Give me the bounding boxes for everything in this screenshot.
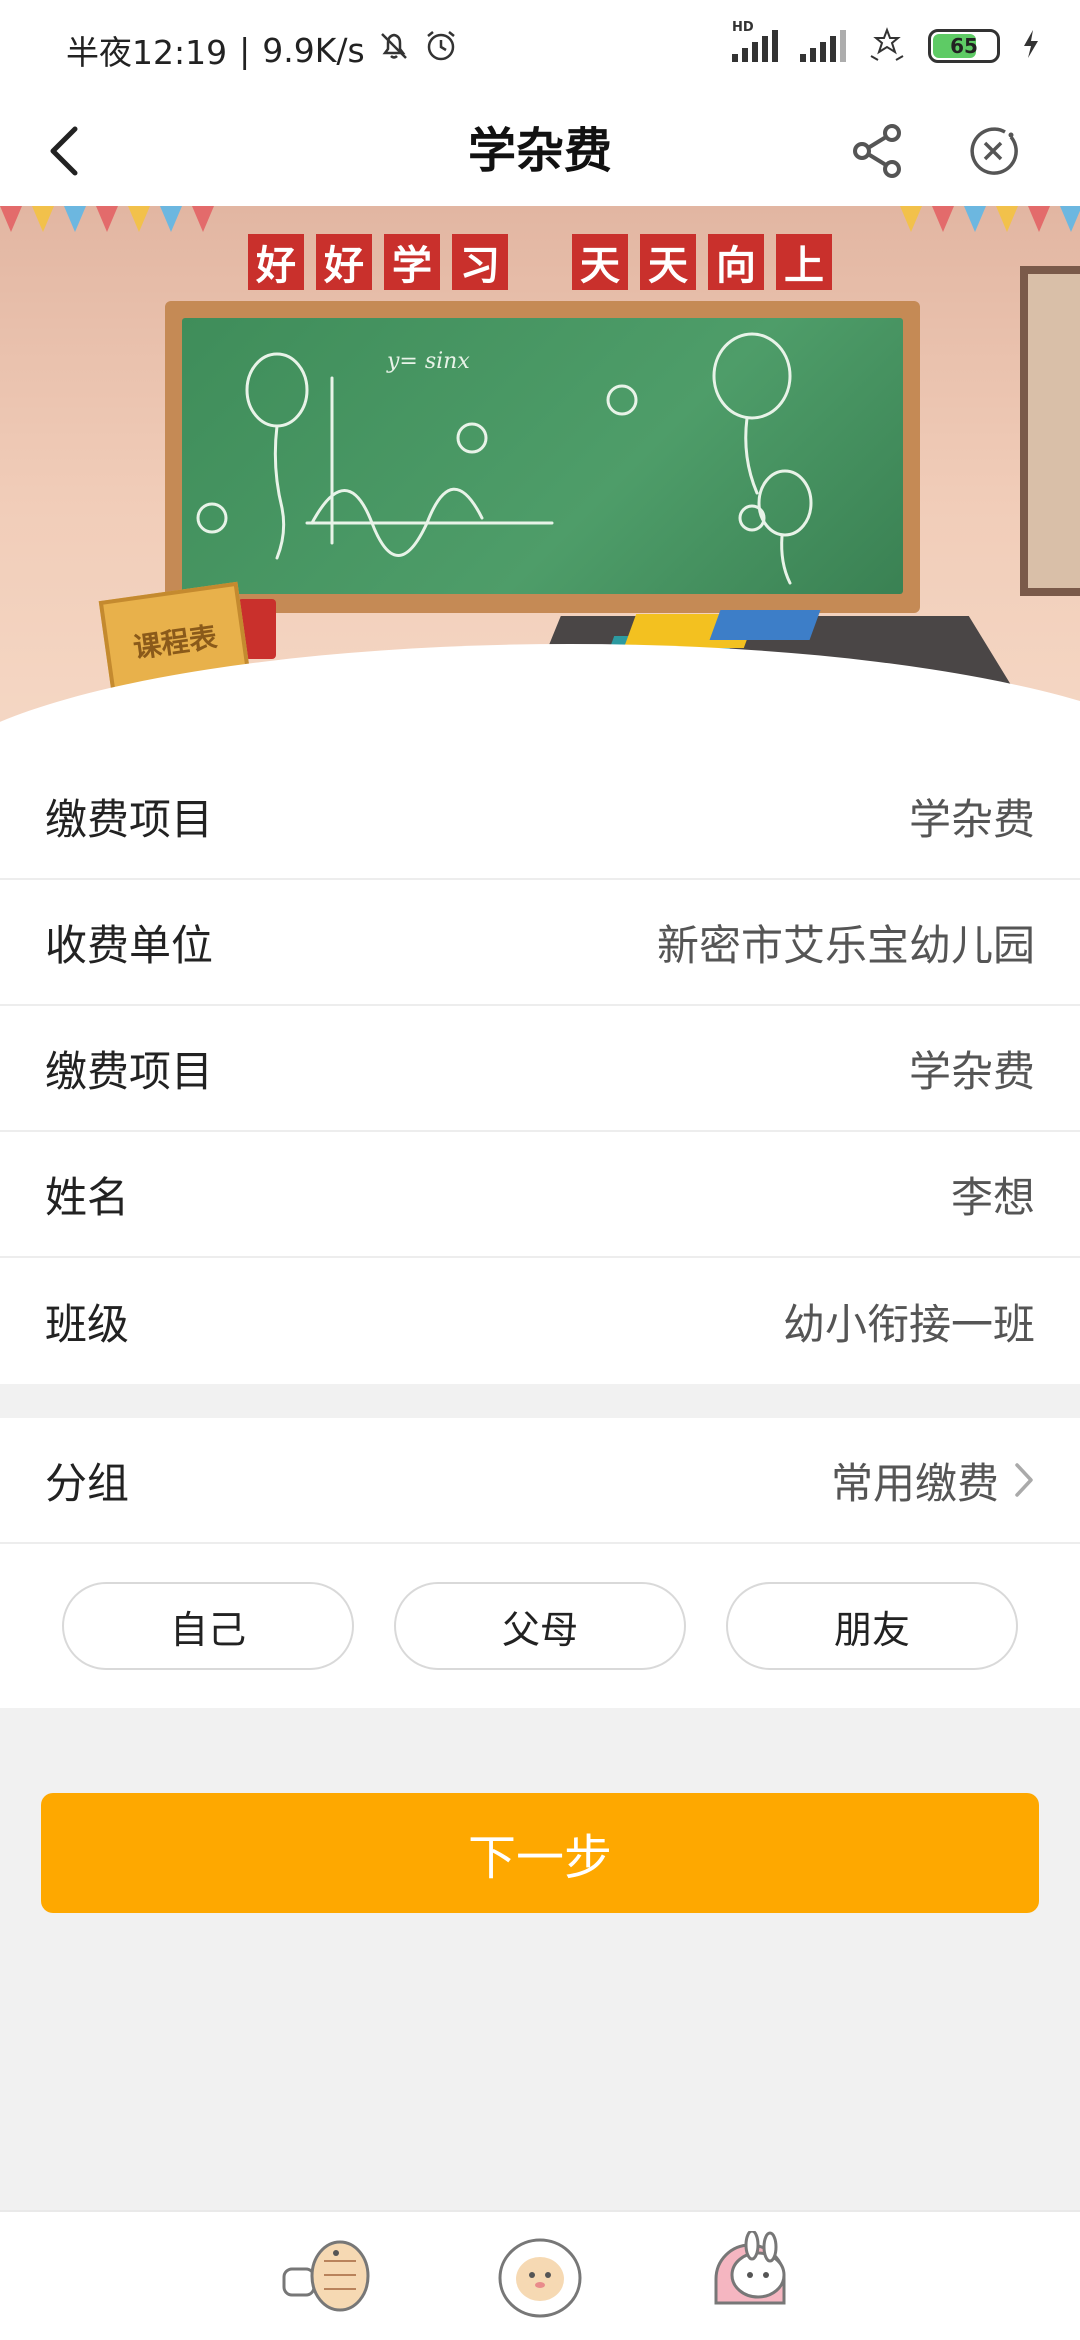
row-value: 学杂费 <box>908 1046 1035 1096</box>
chip-self[interactable]: 自己 <box>62 1582 354 1670</box>
bottom-bar <box>0 2210 1080 2340</box>
share-icon <box>853 124 901 178</box>
group-section: 分组 常用缴费 自己 父母 朋友 <box>0 1418 1080 1708</box>
slogan-char: 好 <box>248 234 304 290</box>
row-value: 学杂费 <box>908 794 1035 844</box>
row-value: 幼小衔接一班 <box>782 1299 1035 1349</box>
board-doodles: y= sinx <box>196 332 813 585</box>
slogan: 好 好 学 习 天 天 向 上 <box>0 234 1080 290</box>
battery-icon: 65 <box>928 29 1000 63</box>
status-left: 半夜12:19 | 9.9K/s <box>66 26 459 74</box>
battery-level: 65 <box>950 34 978 58</box>
group-chips: 自己 父母 朋友 <box>0 1544 1080 1670</box>
page-title: 学杂费 <box>467 123 612 179</box>
info-row-payment-item: 缴费项目 学杂费 <box>0 754 1080 880</box>
next-step-button[interactable]: 下一步 <box>41 1793 1039 1913</box>
status-right: HD 65 <box>732 20 1040 66</box>
share-button[interactable] <box>843 116 913 186</box>
nav-bar: 学杂费 <box>0 96 1080 206</box>
status-bar: 半夜12:19 | 9.9K/s HD 65 <box>0 0 1080 96</box>
row-value: 新密市艾乐宝幼儿园 <box>656 920 1035 970</box>
row-label: 缴费项目 <box>45 1046 214 1096</box>
row-label: 缴费项目 <box>45 794 214 844</box>
window <box>1020 266 1080 596</box>
row-label: 班级 <box>45 1299 130 1349</box>
info-row-class: 班级 幼小衔接一班 <box>0 1258 1080 1384</box>
close-button[interactable] <box>958 116 1028 186</box>
slogan-char: 天 <box>572 234 628 290</box>
chip-parents[interactable]: 父母 <box>394 1582 686 1670</box>
group-value: 常用缴费 <box>830 1458 999 1508</box>
signal-hd-icon: HD <box>732 20 778 62</box>
schedule-sign-text: 课程表 <box>131 620 220 665</box>
board-formula: y= sinx <box>386 349 470 374</box>
slogan-char: 向 <box>708 234 764 290</box>
fish-mascot-icon[interactable] <box>280 2231 380 2321</box>
payment-info-list: 缴费项目 学杂费 收费单位 新密市艾乐宝幼儿园 缴费项目 学杂费 姓名 李想 班… <box>0 754 1080 1384</box>
mute-icon <box>377 29 411 71</box>
slogan-char: 好 <box>316 234 372 290</box>
group-label: 分组 <box>45 1458 130 1508</box>
blackboard: y= sinx <box>182 318 903 594</box>
chevron-right-icon <box>1015 1463 1033 1497</box>
info-row-name: 姓名 李想 <box>0 1132 1080 1258</box>
network-label: HD <box>732 20 754 35</box>
wifi-icon <box>868 26 906 66</box>
row-value: 李想 <box>950 1172 1035 1222</box>
slogan-char: 上 <box>776 234 832 290</box>
charging-icon <box>1022 29 1040 63</box>
chip-friends[interactable]: 朋友 <box>726 1582 1018 1670</box>
status-speed: 9.9K/s <box>262 30 365 70</box>
alarm-icon <box>423 28 459 72</box>
group-selector[interactable]: 分组 常用缴费 <box>0 1418 1080 1544</box>
slogan-char: 天 <box>640 234 696 290</box>
classroom-banner: 好 好 学 习 天 天 向 上 y= sinx 课程表 <box>0 206 1080 754</box>
row-label: 姓名 <box>45 1172 130 1222</box>
info-row-payee: 收费单位 新密市艾乐宝幼儿园 <box>0 880 1080 1006</box>
slogan-char: 学 <box>384 234 440 290</box>
book <box>709 610 821 640</box>
signal-icon <box>800 30 846 62</box>
info-row-payment-item-2: 缴费项目 学杂费 <box>0 1006 1080 1132</box>
group-value-wrap: 常用缴费 <box>831 1450 1035 1511</box>
status-time: 半夜12:19 <box>66 33 228 72</box>
status-separator: | <box>239 30 251 70</box>
bunny-mascot-icon[interactable] <box>700 2229 800 2321</box>
slogan-char: 习 <box>452 234 508 290</box>
egg-mascot-icon[interactable] <box>490 2231 590 2321</box>
row-label: 收费单位 <box>45 920 214 970</box>
close-circle-icon <box>970 127 1018 175</box>
